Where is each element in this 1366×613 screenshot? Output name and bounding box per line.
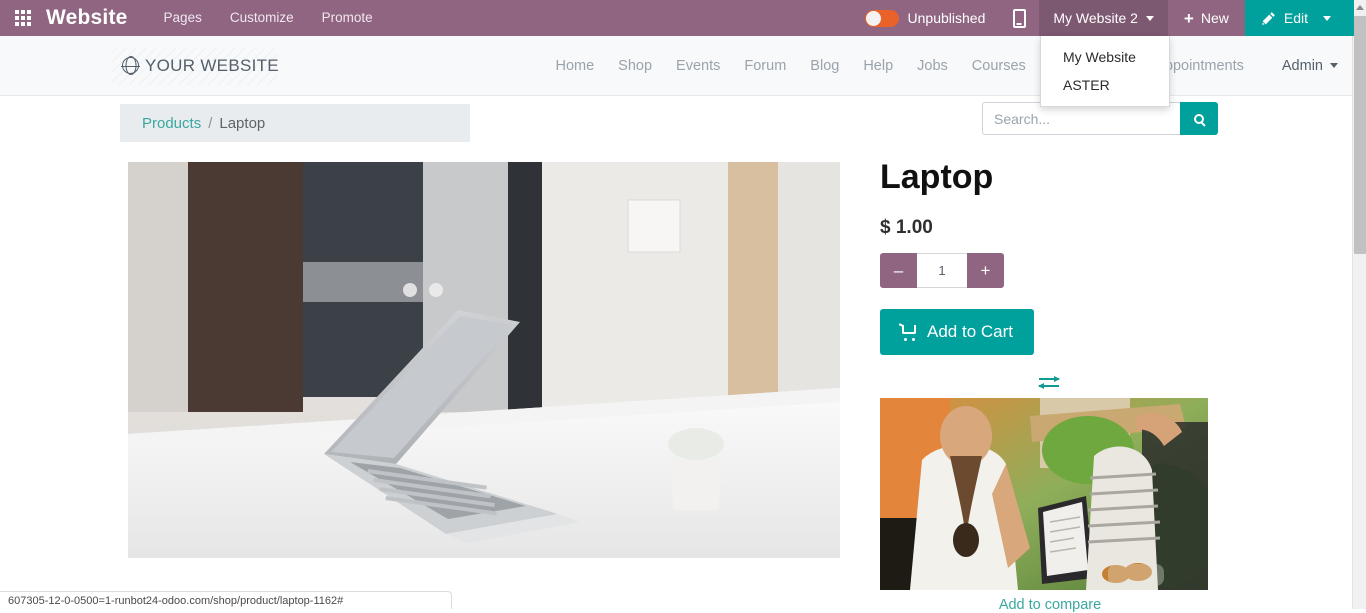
scrollbar-thumb[interactable] (1354, 16, 1366, 254)
search-button[interactable] (1180, 102, 1218, 135)
chevron-down-icon (1323, 16, 1331, 21)
website-selector-dropdown: My Website ASTER (1040, 36, 1170, 107)
nav-item-events[interactable]: Events (664, 58, 732, 74)
admin-user-label: Admin (1282, 58, 1323, 74)
topbar-spacer (387, 0, 855, 36)
publish-toggle[interactable]: Unpublished (855, 0, 1000, 36)
admin-user-menu[interactable]: Admin (1264, 58, 1352, 74)
dropdown-item-my-website[interactable]: My Website (1041, 43, 1169, 71)
quantity-decrease-button[interactable]: – (880, 253, 917, 288)
quantity-stepper: – + (880, 253, 1004, 288)
breadcrumb-current-laptop: Laptop (219, 115, 265, 132)
breadcrumb-link-products[interactable]: Products (142, 115, 201, 132)
product-details: Laptop $ 1.00 – + Add to Cart (880, 158, 1220, 613)
site-logo[interactable]: YOUR WEBSITE (122, 47, 291, 85)
new-button[interactable]: + New (1168, 0, 1245, 36)
nav-item-help[interactable]: Help (851, 58, 905, 74)
shopping-cart-icon (901, 325, 918, 339)
product-image[interactable] (128, 162, 840, 558)
apps-grid-dots (15, 10, 31, 26)
publish-status-label: Unpublished (908, 10, 986, 26)
compare-product-image[interactable] (880, 398, 1208, 590)
pencil-icon (1261, 11, 1276, 26)
add-to-cart-button[interactable]: Add to Cart (880, 309, 1034, 355)
compare-exchange-icon[interactable] (1039, 376, 1061, 390)
add-to-cart-label: Add to Cart (927, 322, 1013, 342)
topbar-menu-customize[interactable]: Customize (216, 0, 308, 36)
quantity-input[interactable] (917, 253, 967, 288)
quantity-increase-button[interactable]: + (967, 253, 1004, 288)
scroll-up-arrow-icon[interactable] (1353, 0, 1366, 14)
topbar-right-group: Unpublished My Website 2 + New Edit (855, 0, 1352, 36)
vertical-scrollbar[interactable] (1352, 0, 1366, 609)
nav-item-shop[interactable]: Shop (606, 58, 664, 74)
publish-switch-icon[interactable] (865, 10, 899, 27)
apps-grid-icon[interactable] (0, 0, 46, 36)
chevron-down-icon (1146, 16, 1154, 21)
dropdown-item-aster[interactable]: ASTER (1041, 71, 1169, 99)
compare-image-art (880, 398, 1208, 590)
nav-item-blog[interactable]: Blog (798, 58, 851, 74)
add-to-compare-link[interactable]: Add to compare (880, 597, 1220, 613)
nav-item-home[interactable]: Home (543, 58, 606, 74)
product-price: $ 1.00 (880, 217, 1220, 239)
nav-item-jobs[interactable]: Jobs (905, 58, 960, 74)
nav-item-courses[interactable]: Courses (960, 58, 1038, 74)
edit-dropdown-toggle[interactable] (1316, 16, 1338, 21)
website-selector[interactable]: My Website 2 (1039, 0, 1168, 36)
page-content: Products / Laptop (0, 96, 1352, 609)
new-button-label: New (1201, 10, 1229, 26)
topbar-menu-promote[interactable]: Promote (308, 0, 387, 36)
mobile-preview-icon[interactable] (999, 0, 1039, 36)
edit-button-label: Edit (1284, 10, 1308, 26)
plus-icon: + (1184, 10, 1194, 27)
edit-button[interactable]: Edit (1245, 0, 1352, 36)
product-image-art (128, 162, 840, 558)
nav-item-forum[interactable]: Forum (732, 58, 798, 74)
breadcrumb-separator: / (208, 115, 212, 132)
globe-icon (122, 57, 139, 74)
site-logo-text: YOUR WEBSITE (145, 56, 279, 76)
website-selector-label: My Website 2 (1053, 10, 1138, 26)
phone-glyph (1013, 9, 1026, 28)
breadcrumb: Products / Laptop (120, 104, 470, 142)
odoo-editor-topbar: Website Pages Customize Promote Unpublis… (0, 0, 1352, 36)
browser-status-bar-url: 607305-12-0-0500=1-runbot24-odoo.com/sho… (0, 591, 452, 609)
topbar-menu-pages[interactable]: Pages (150, 0, 216, 36)
chevron-down-icon (1330, 63, 1338, 68)
search-icon (1194, 114, 1204, 124)
topbar-menu: Pages Customize Promote (150, 0, 387, 36)
product-title: Laptop (880, 158, 1220, 197)
app-brand-title[interactable]: Website (46, 0, 150, 36)
